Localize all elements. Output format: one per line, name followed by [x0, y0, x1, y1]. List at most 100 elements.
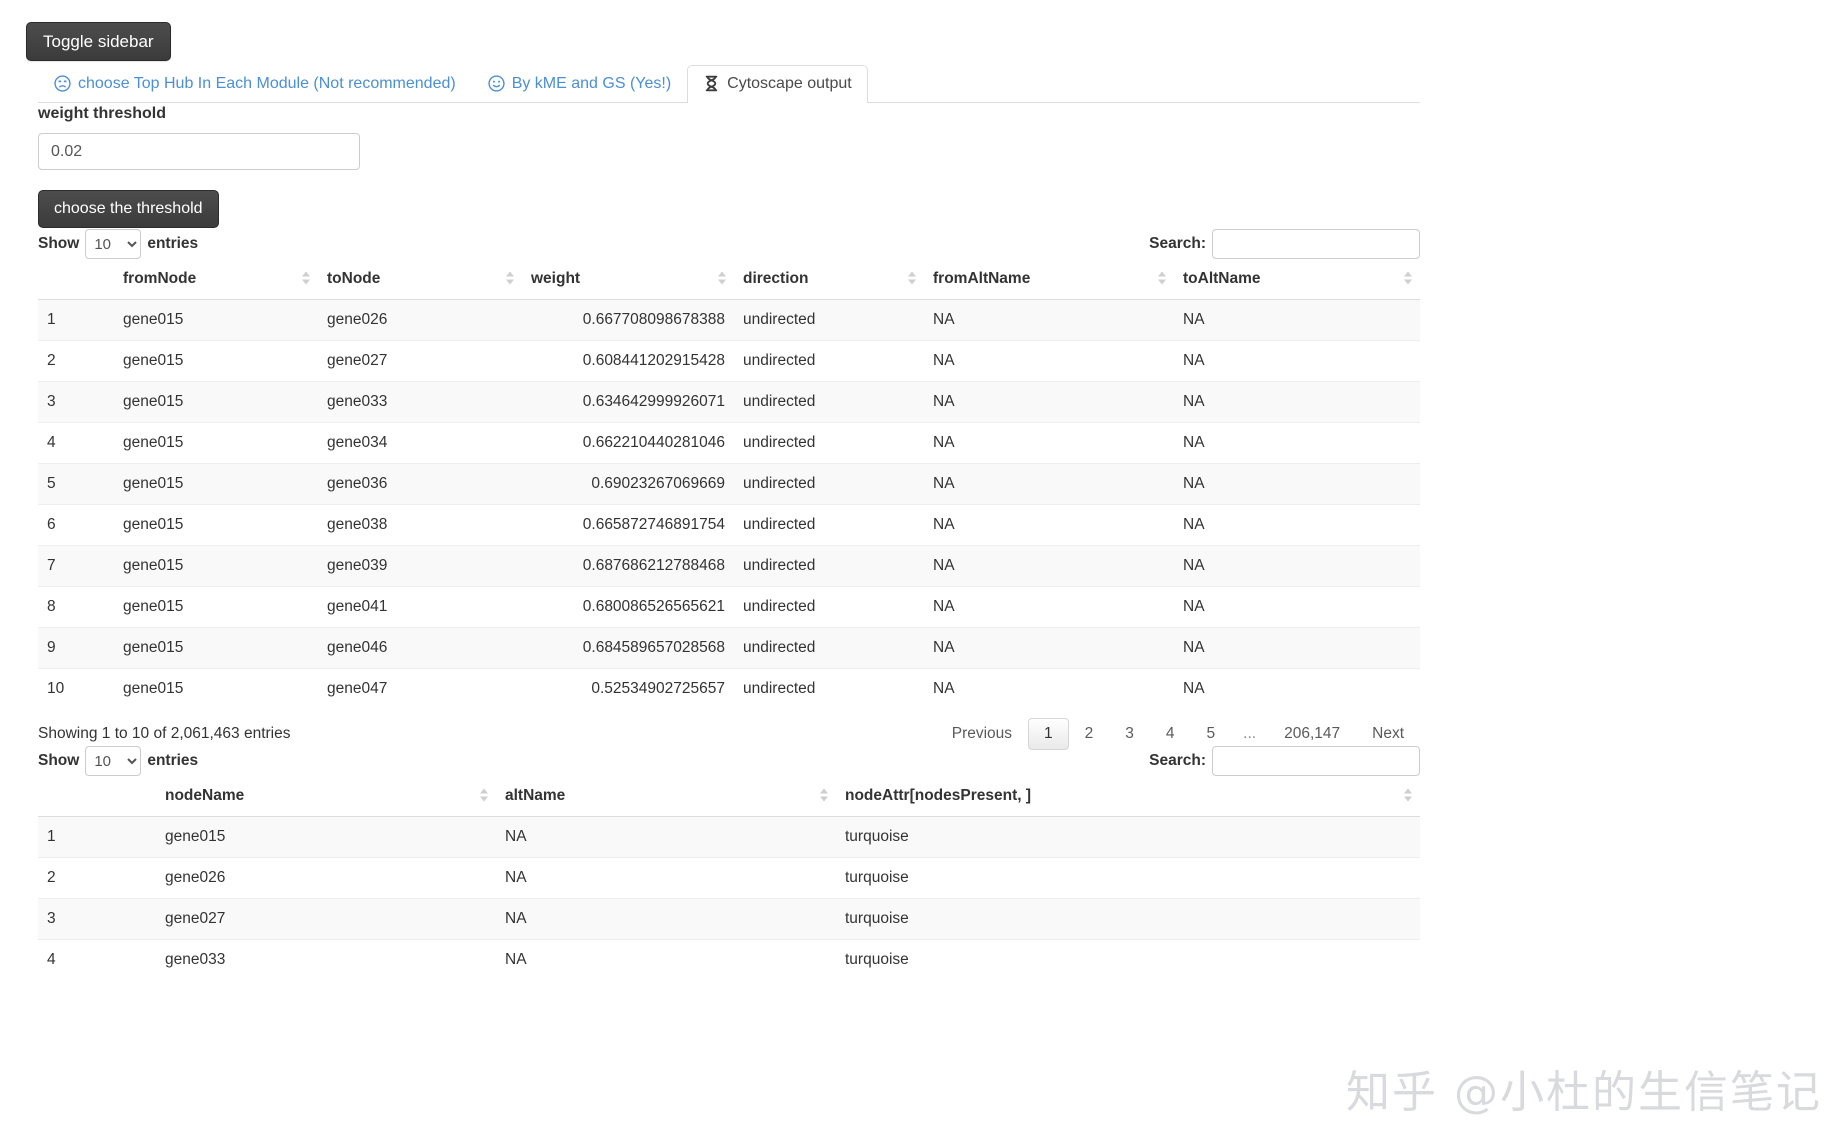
node-table-head: nodeName altName nodeAttr[nodesPresent, …	[38, 777, 1420, 817]
sort-icon[interactable]	[506, 271, 515, 288]
watermark: 知乎 @小杜的生信笔记	[1346, 1056, 1822, 1120]
table-row[interactable]: 5gene015gene0360.69023267069669undirecte…	[38, 464, 1420, 505]
edge-cell-toaltname: NA	[1174, 505, 1420, 546]
edge-cell-tonode: gene041	[318, 587, 522, 628]
table-row[interactable]: 6gene015gene0380.665872746891754undirect…	[38, 505, 1420, 546]
edge-cell-tonode: gene027	[318, 341, 522, 382]
node-cell-nodename: gene027	[156, 899, 496, 940]
sort-icon[interactable]	[1404, 788, 1413, 805]
sort-icon[interactable]	[820, 788, 829, 805]
table-row[interactable]: 8gene015gene0410.680086526565621undirect…	[38, 587, 1420, 628]
node-col-altname[interactable]: altName	[496, 777, 836, 817]
toggle-sidebar-button[interactable]: Toggle sidebar	[26, 22, 171, 61]
sort-icon[interactable]	[1158, 271, 1167, 288]
edge-col-fromaltname[interactable]: fromAltName	[924, 260, 1174, 300]
sort-icon[interactable]	[1404, 271, 1413, 288]
weight-threshold-input[interactable]	[38, 133, 360, 170]
table-row[interactable]: 10gene015gene0470.52534902725657undirect…	[38, 669, 1420, 710]
table-row[interactable]: 3gene015gene0330.634642999926071undirect…	[38, 382, 1420, 423]
edge-col-fromaltname-label: fromAltName	[933, 270, 1030, 287]
node-entries-text: entries	[147, 752, 198, 770]
tab-cytoscape-output[interactable]: Cytoscape output	[687, 65, 868, 103]
tab-kme-gs[interactable]: By kME and GS (Yes!)	[472, 65, 687, 102]
sort-icon[interactable]	[302, 271, 311, 288]
edge-cell-direction: undirected	[734, 464, 924, 505]
edge-cell-index: 2	[38, 341, 114, 382]
edge-cell-weight: 0.667708098678388	[522, 300, 734, 341]
sort-icon[interactable]	[718, 271, 727, 288]
app-page: Toggle sidebar choose Top Hub In Each Mo…	[0, 0, 1836, 1138]
table-row[interactable]: 7gene015gene0390.687686212788468undirect…	[38, 546, 1420, 587]
edge-cell-toaltname: NA	[1174, 341, 1420, 382]
edge-cell-toaltname: NA	[1174, 300, 1420, 341]
choose-threshold-button[interactable]: choose the threshold	[38, 190, 219, 228]
table-row[interactable]: 1gene015NAturquoise	[38, 817, 1420, 858]
edge-cell-index: 1	[38, 300, 114, 341]
edge-cell-index: 8	[38, 587, 114, 628]
node-search-text: Search:	[1149, 752, 1206, 770]
edge-cell-tonode: gene034	[318, 423, 522, 464]
edge-col-weight[interactable]: weight	[522, 260, 734, 300]
node-page-length-select[interactable]: 102550100	[85, 746, 141, 776]
edge-col-index	[38, 260, 114, 300]
tab-top-hub[interactable]: choose Top Hub In Each Module (Not recom…	[38, 65, 472, 102]
node-col-nodeattr[interactable]: nodeAttr[nodesPresent, ]	[836, 777, 1420, 817]
table-row[interactable]: 3gene027NAturquoise	[38, 899, 1420, 940]
table-row[interactable]: 4gene015gene0340.662210440281046undirect…	[38, 423, 1420, 464]
edge-cell-weight: 0.52534902725657	[522, 669, 734, 710]
node-cell-index: 2	[38, 858, 156, 899]
edge-cell-toaltname: NA	[1174, 382, 1420, 423]
edge-col-direction-label: direction	[743, 270, 808, 287]
node-col-nodename-label: nodeName	[165, 787, 244, 804]
edge-cell-tonode: gene038	[318, 505, 522, 546]
edge-cell-fromaltname: NA	[924, 382, 1174, 423]
edge-filter-control: Search:	[1149, 229, 1420, 259]
edge-cell-tonode: gene046	[318, 628, 522, 669]
table-row[interactable]: 4gene033NAturquoise	[38, 940, 1420, 981]
edge-col-fromnode[interactable]: fromNode	[114, 260, 318, 300]
node-col-altname-label: altName	[505, 787, 565, 804]
table-row[interactable]: 2gene026NAturquoise	[38, 858, 1420, 899]
edge-search-input[interactable]	[1212, 229, 1420, 259]
edge-cell-index: 7	[38, 546, 114, 587]
edge-col-tonode[interactable]: toNode	[318, 260, 522, 300]
edge-cell-weight: 0.662210440281046	[522, 423, 734, 464]
table-row[interactable]: 2gene015gene0270.608441202915428undirect…	[38, 341, 1420, 382]
edge-cell-fromnode: gene015	[114, 628, 318, 669]
edge-cell-fromaltname: NA	[924, 423, 1174, 464]
edge-table: fromNode toNode weight direction	[38, 260, 1420, 709]
node-filter-control: Search:	[1149, 746, 1420, 776]
node-cell-nodename: gene015	[156, 817, 496, 858]
table-row[interactable]: 1gene015gene0260.667708098678388undirect…	[38, 300, 1420, 341]
edge-entries-text: entries	[147, 235, 198, 253]
node-col-nodename[interactable]: nodeName	[156, 777, 496, 817]
edge-table-info: Showing 1 to 10 of 2,061,463 entries	[38, 725, 291, 743]
node-cell-nodename: gene033	[156, 940, 496, 981]
sort-icon[interactable]	[908, 271, 917, 288]
tab-top-hub-label: choose Top Hub In Each Module (Not recom…	[78, 76, 456, 92]
edge-datatable: Show 102550100 entries Search:	[38, 228, 1420, 750]
edge-cell-index: 6	[38, 505, 114, 546]
edge-cell-toaltname: NA	[1174, 669, 1420, 710]
edge-cell-direction: undirected	[734, 382, 924, 423]
tab-bar: choose Top Hub In Each Module (Not recom…	[38, 66, 1420, 103]
sort-icon[interactable]	[480, 788, 489, 805]
table-row[interactable]: 9gene015gene0460.684589657028568undirect…	[38, 628, 1420, 669]
node-cell-altname: NA	[496, 899, 836, 940]
edge-col-direction[interactable]: direction	[734, 260, 924, 300]
edge-cell-fromnode: gene015	[114, 587, 318, 628]
edge-cell-weight: 0.634642999926071	[522, 382, 734, 423]
tab-cytoscape-output-label: Cytoscape output	[727, 76, 852, 92]
weight-threshold-label: weight threshold	[38, 105, 166, 123]
edge-cell-index: 3	[38, 382, 114, 423]
node-search-input[interactable]	[1212, 746, 1420, 776]
edge-page-length-select[interactable]: 102550100	[85, 229, 141, 259]
edge-col-toaltname[interactable]: toAltName	[1174, 260, 1420, 300]
edge-length-control: Show 102550100 entries	[38, 229, 198, 259]
edge-cell-tonode: gene036	[318, 464, 522, 505]
edge-show-label: Show 102550100 entries	[38, 229, 198, 259]
edge-cell-fromaltname: NA	[924, 669, 1174, 710]
edge-cell-tonode: gene026	[318, 300, 522, 341]
edge-cell-weight: 0.69023267069669	[522, 464, 734, 505]
hourglass-icon	[703, 75, 720, 92]
